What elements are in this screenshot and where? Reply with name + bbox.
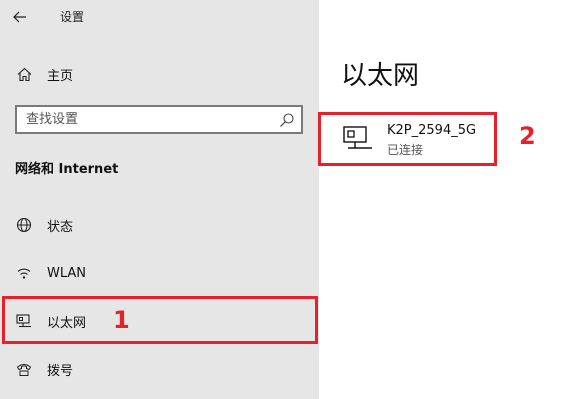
highlight-box-1 <box>2 296 318 344</box>
globe-icon <box>16 217 32 233</box>
sidebar-item-dialup[interactable]: 拨号 <box>0 350 319 388</box>
search-icon[interactable] <box>279 112 295 128</box>
app-title: 设置 <box>60 10 85 24</box>
sidebar-item-label: WLAN <box>47 265 87 281</box>
section-title: 网络和 Internet <box>15 162 119 177</box>
wifi-icon <box>16 265 32 281</box>
main-content: 以太网 K2P_2594_5G 已连接 2 <box>318 0 568 399</box>
search-input[interactable] <box>17 107 267 132</box>
callout-number-2: 2 <box>519 122 536 150</box>
sidebar: 设置 主页 网络和 Internet 状态 <box>0 0 319 399</box>
sidebar-item-status[interactable]: 状态 <box>0 206 319 244</box>
sidebar-item-wlan[interactable]: WLAN <box>0 254 319 292</box>
highlight-box-2 <box>318 112 497 166</box>
dialup-icon <box>16 361 32 377</box>
home-icon <box>16 66 32 82</box>
back-button[interactable] <box>8 6 32 28</box>
sidebar-item-home[interactable]: 主页 <box>0 55 319 93</box>
sidebar-item-label: 状态 <box>47 219 74 235</box>
sidebar-item-label: 主页 <box>47 68 74 84</box>
back-arrow-icon <box>13 11 26 23</box>
callout-number-1: 1 <box>113 306 130 334</box>
page-title: 以太网 <box>341 61 420 91</box>
search-box[interactable] <box>15 105 303 134</box>
sidebar-item-label: 拨号 <box>47 363 74 379</box>
